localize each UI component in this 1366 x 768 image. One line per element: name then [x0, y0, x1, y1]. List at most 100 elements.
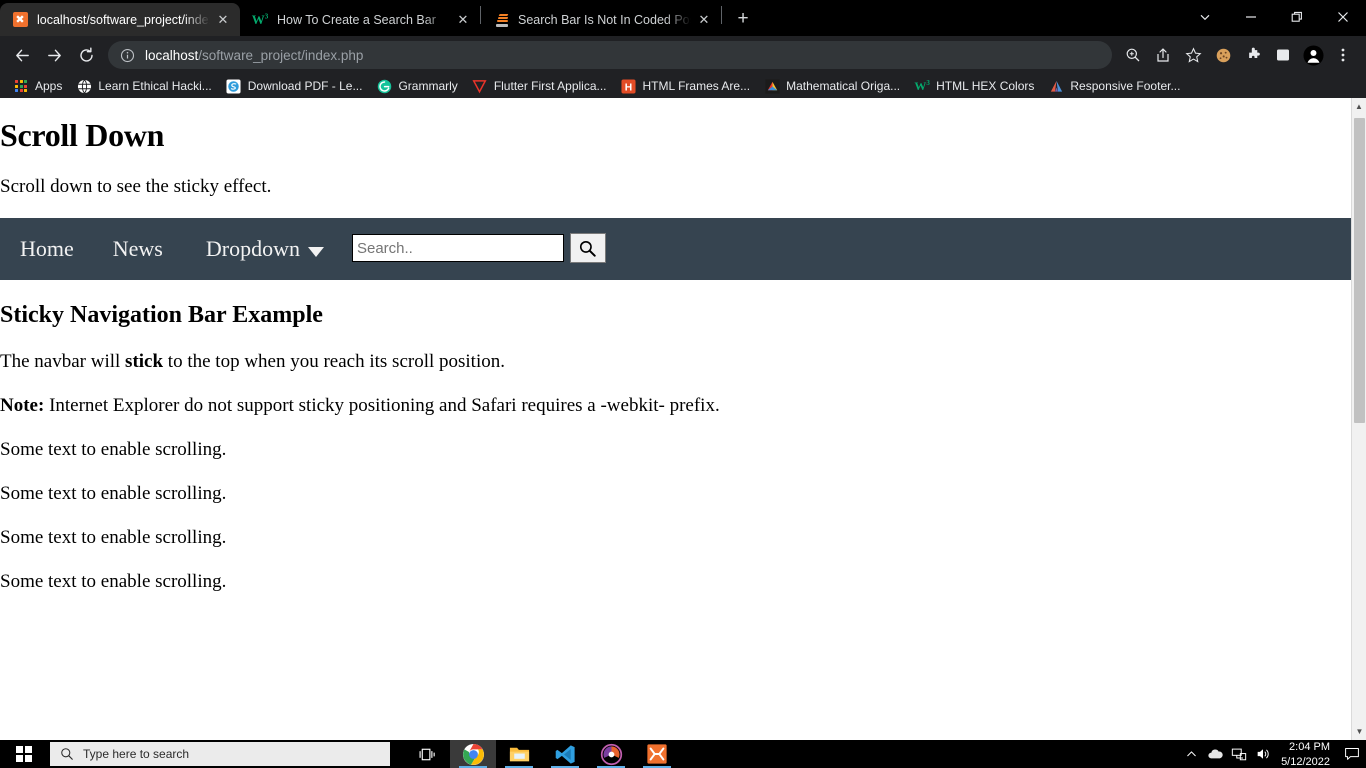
w3schools-icon: W3 — [914, 78, 930, 93]
chrome-taskbar-icon[interactable] — [450, 740, 496, 768]
svg-text:H: H — [625, 82, 632, 93]
bookmark-star-icon[interactable] — [1178, 41, 1208, 69]
bookmarks-bar: Apps Learn Ethical Hacki... Download PDF… — [0, 74, 1366, 98]
scrollbar-thumb[interactable] — [1354, 118, 1365, 423]
profile-avatar[interactable] — [1298, 41, 1328, 69]
nav-dropdown-label: Dropdown — [205, 236, 300, 261]
origami-icon — [764, 78, 780, 94]
taskbar-clock[interactable]: 2:04 PM 5/12/2022 — [1275, 741, 1338, 768]
bookmark-label: Flutter First Applica... — [493, 79, 607, 93]
text: Some text to enable scrolling. — [0, 483, 227, 504]
taskbar-search-box[interactable]: Type here to search — [50, 742, 390, 766]
file-explorer-taskbar-icon[interactable] — [496, 740, 542, 768]
back-icon[interactable] — [8, 41, 36, 69]
site-info-icon[interactable] — [120, 48, 135, 63]
bookmark-apps[interactable]: Apps — [6, 75, 69, 97]
tab-search-chevron-down-icon[interactable] — [1182, 0, 1228, 33]
nav-link-home[interactable]: Home — [20, 236, 74, 262]
scroll-down-arrow-icon[interactable]: ▼ — [1352, 723, 1366, 740]
windows-start-icon[interactable] — [0, 740, 48, 768]
bookmark-item-grammarly[interactable]: Grammarly — [369, 75, 464, 97]
clock-date: 5/12/2022 — [1281, 755, 1330, 768]
bookmark-item-flutter[interactable]: Flutter First Applica... — [465, 75, 614, 97]
bookmark-label: Learn Ethical Hacki... — [98, 79, 212, 93]
restore-icon[interactable] — [1274, 0, 1320, 33]
network-icon[interactable] — [1227, 740, 1251, 768]
close-icon[interactable]: ✕ — [454, 11, 472, 29]
search-icon — [61, 748, 73, 760]
page-paragraph-list: The navbar will stick to the top when yo… — [0, 351, 1351, 593]
url-path: /software_project/index.php — [198, 47, 364, 63]
bookmark-item-learn-ethical-hacking[interactable]: Learn Ethical Hacki... — [69, 75, 218, 97]
scroll-up-arrow-icon[interactable]: ▲ — [1352, 98, 1366, 115]
browser-toolbar: localhost/software_project/index.php — [0, 36, 1366, 74]
zoom-icon[interactable] — [1118, 41, 1148, 69]
cookie-icon[interactable] — [1208, 41, 1238, 69]
system-tray: 2:04 PM 5/12/2022 — [1179, 740, 1366, 768]
close-window-icon[interactable] — [1320, 0, 1366, 33]
bookmark-label: Grammarly — [398, 79, 458, 93]
show-hidden-icons-chevron-up-icon[interactable] — [1179, 740, 1203, 768]
action-center-icon[interactable] — [1338, 740, 1366, 768]
close-icon[interactable]: ✕ — [214, 11, 232, 29]
share-icon[interactable] — [1148, 41, 1178, 69]
page-paragraph: The navbar will stick to the top when yo… — [0, 351, 1351, 373]
onedrive-icon[interactable] — [1203, 740, 1227, 768]
smallpdf-icon — [226, 78, 242, 94]
bookmark-label: Mathematical Origa... — [786, 79, 901, 93]
page-viewport: Scroll Down Scroll down to see the stick… — [0, 98, 1366, 740]
page-title: Scroll Down — [0, 117, 165, 153]
vertical-scrollbar[interactable]: ▲ ▼ — [1351, 98, 1366, 740]
task-view-icon[interactable] — [404, 740, 450, 768]
vscode-taskbar-icon[interactable] — [542, 740, 588, 768]
codepen-icon — [1048, 78, 1064, 94]
bookmark-item-html-hex-colors[interactable]: W3 HTML HEX Colors — [907, 75, 1041, 97]
chrome-browser-window: ✖ localhost/software_project/index.php ✕… — [0, 0, 1366, 740]
tab-title: localhost/software_project/index.php — [37, 12, 210, 27]
bookmark-item-download-pdf[interactable]: Download PDF - Le... — [219, 75, 370, 97]
globe-icon — [76, 78, 92, 94]
address-bar[interactable]: localhost/software_project/index.php — [108, 41, 1112, 69]
navbar-search-form — [351, 233, 606, 263]
nav-link-news[interactable]: News — [113, 236, 163, 262]
web-page-content: Scroll Down Scroll down to see the stick… — [0, 98, 1351, 593]
sidepanel-icon[interactable] — [1268, 41, 1298, 69]
clock-time: 2:04 PM — [1289, 740, 1330, 753]
chevron-down-icon — [307, 247, 324, 257]
bold-text: Note: — [0, 395, 45, 416]
tab-strip: ✖ localhost/software_project/index.php ✕… — [0, 0, 1366, 36]
text: Some text to enable scrolling. — [0, 571, 227, 592]
media-player-taskbar-icon[interactable] — [588, 740, 634, 768]
text: Some text to enable scrolling. — [0, 527, 227, 548]
page-paragraph: Some text to enable scrolling. — [0, 439, 1351, 461]
page-subtext: Scroll down to see the sticky effect. — [0, 176, 272, 197]
extensions-icon[interactable] — [1238, 41, 1268, 69]
minimize-icon[interactable] — [1228, 0, 1274, 33]
xampp-taskbar-icon[interactable] — [634, 740, 680, 768]
browser-tab-3[interactable]: Search Bar Is Not In Coded Positi ✕ — [481, 3, 721, 36]
new-tab-button[interactable]: + — [729, 5, 757, 33]
text: Some text to enable scrolling. — [0, 439, 227, 460]
tab-title: Search Bar Is Not In Coded Positi — [518, 12, 691, 27]
search-input[interactable] — [351, 234, 564, 262]
bold-text: stick — [125, 351, 164, 372]
bookmark-item-mathematical-origami[interactable]: Mathematical Origa... — [757, 75, 907, 97]
forward-icon[interactable] — [40, 41, 68, 69]
bookmark-item-responsive-footer[interactable]: Responsive Footer... — [1041, 75, 1187, 97]
tab-divider — [721, 5, 722, 24]
xampp-icon: ✖ — [12, 12, 28, 28]
url-text: localhost/software_project/index.php — [145, 48, 363, 63]
browser-tab-1[interactable]: ✖ localhost/software_project/index.php ✕ — [0, 3, 240, 36]
search-button[interactable] — [569, 233, 606, 263]
volume-icon[interactable] — [1251, 740, 1275, 768]
reload-icon[interactable] — [72, 41, 100, 69]
bookmark-item-html-frames[interactable]: H HTML Frames Are... — [614, 75, 758, 97]
close-icon[interactable]: ✕ — [695, 11, 713, 29]
bookmark-label: Apps — [35, 79, 63, 93]
chrome-menu-icon[interactable] — [1328, 41, 1358, 69]
nav-link-dropdown[interactable]: Dropdown — [206, 236, 324, 262]
text: to the top when you reach its scroll pos… — [163, 351, 505, 372]
browser-tab-2[interactable]: W3 How To Create a Search Bar ✕ — [240, 3, 480, 36]
page-paragraph: Some text to enable scrolling. — [0, 571, 1351, 593]
page-paragraph: Some text to enable scrolling. — [0, 483, 1351, 505]
